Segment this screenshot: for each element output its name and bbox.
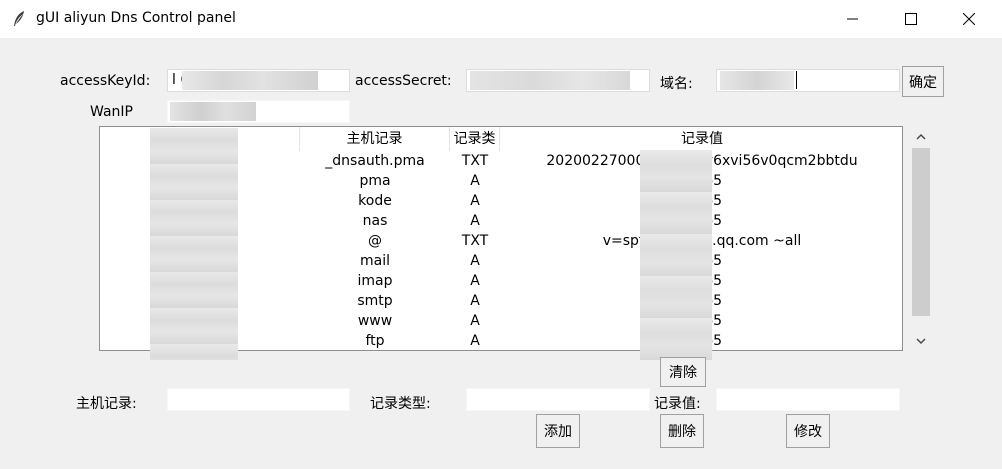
host-cell: smtp — [357, 293, 393, 309]
value-cell: 0.165 — [681, 313, 723, 329]
record-type-field[interactable] — [466, 388, 650, 411]
column-header[interactable]: 记录类 — [450, 127, 500, 151]
minimize-button[interactable] — [830, 0, 876, 38]
type-cell: TXT — [461, 233, 489, 249]
column-header[interactable]: 记录ID — [100, 127, 300, 151]
record-id-cell: 185 4304 — [166, 313, 234, 329]
value-cell: 0.165 — [681, 273, 723, 289]
feather-icon — [12, 10, 26, 28]
record-id-cell: 1926 2288 — [162, 193, 238, 209]
table-row[interactable]: 1927 0816 pma A 0.165 — [100, 171, 902, 191]
add-button[interactable]: 添加 — [536, 414, 580, 448]
table-header: 记录ID 主机记录 记录类 记录值 — [100, 127, 902, 151]
wanip-label: WanIP — [90, 104, 133, 120]
host-cell: www — [357, 313, 393, 329]
record-value-label: 记录值: — [654, 396, 701, 412]
table-row[interactable]: 185 38224 ftp A 0.165 — [100, 331, 902, 350]
type-cell: A — [470, 313, 480, 329]
value-cell: 0.165 — [681, 193, 723, 209]
record-id-cell: 185 38224 — [162, 333, 238, 349]
record-id-cell: 1927 160 — [166, 153, 234, 169]
close-button[interactable] — [946, 0, 992, 38]
table-row[interactable]: 1927 160 _dnsauth.pma TXT 20200227000000… — [100, 151, 902, 171]
domain-field[interactable] — [716, 69, 900, 92]
host-cell: imap — [357, 273, 393, 289]
close-icon — [963, 13, 975, 25]
host-cell: kode — [358, 193, 392, 209]
table-row[interactable]: 191 1216 @ TXT v=spf1 inc mail.qq.com ~a… — [100, 231, 902, 251]
host-cell: _dnsauth.pma — [325, 153, 425, 169]
domain-label: 域名: — [660, 76, 693, 92]
value-cell: 0.165 — [681, 173, 723, 189]
host-record-field[interactable] — [167, 388, 350, 411]
column-header[interactable]: 主机记录 — [300, 127, 450, 151]
access-key-field[interactable]: l 6cV PEyk5l — [167, 69, 350, 92]
access-secret-field[interactable]: V — [466, 69, 650, 92]
access-key-label: accessKeyId: — [60, 73, 151, 89]
records-table[interactable]: 记录ID 主机记录 记录类 记录值 1927 160 _dnsauth.pma … — [99, 126, 903, 351]
value-cell: 0.165 — [681, 333, 723, 349]
type-cell: A — [470, 333, 480, 349]
host-cell: mail — [360, 253, 390, 269]
type-cell: A — [470, 293, 480, 309]
record-id-cell: 191 1216 — [166, 233, 234, 249]
table-row[interactable]: 1875 1632 mail A 0.165 — [100, 251, 902, 271]
table-row[interactable]: 185 4304 www A 0.165 — [100, 311, 902, 331]
column-header[interactable]: 记录值 — [500, 127, 902, 151]
table-scrollbar[interactable] — [908, 126, 934, 351]
value-cell: 0.165 — [681, 253, 723, 269]
minimize-icon — [847, 18, 858, 20]
value-cell: 202002270000000 9wy6xvi56v0qcm2bbtdu — [546, 153, 858, 169]
value-cell: 0.165 — [681, 293, 723, 309]
scroll-up-icon[interactable] — [908, 128, 934, 146]
type-cell: A — [470, 213, 480, 229]
window-title: gUI aliyun Dns Control panel — [36, 10, 236, 26]
type-cell: A — [470, 253, 480, 269]
type-cell: A — [470, 173, 480, 189]
type-cell: A — [470, 193, 480, 209]
host-record-label: 主机记录: — [76, 396, 137, 412]
maximize-icon — [905, 13, 917, 25]
clear-button[interactable]: 清除 — [660, 357, 706, 387]
scroll-down-icon[interactable] — [908, 332, 934, 350]
modify-button[interactable]: 修改 — [786, 414, 830, 448]
wanip-field[interactable]: 37 — [167, 100, 350, 123]
value-cell: 0.165 — [681, 213, 723, 229]
access-secret-label: accessSecret: — [355, 73, 452, 89]
record-type-label: 记录类型: — [370, 396, 431, 412]
record-id-cell: 1927 0816 — [162, 173, 238, 189]
type-cell: TXT — [461, 153, 489, 169]
scroll-thumb[interactable] — [912, 148, 930, 316]
confirm-button[interactable]: 确定 — [902, 66, 944, 97]
value-cell: v=spf1 inc mail.qq.com ~all — [602, 233, 802, 249]
table-row[interactable]: 1926 2288 kode A 0.165 — [100, 191, 902, 211]
record-id-cell: 1875 6512 — [162, 273, 238, 289]
delete-button[interactable]: 删除 — [660, 414, 704, 448]
record-id-cell: 1875 1632 — [162, 253, 238, 269]
host-cell: @ — [368, 233, 382, 249]
type-cell: A — [470, 273, 480, 289]
host-cell: pma — [359, 173, 391, 189]
maximize-button[interactable] — [888, 0, 934, 38]
table-row[interactable]: 1926 3776 nas A 0.165 — [100, 211, 902, 231]
record-id-cell: 1926 3776 — [162, 213, 238, 229]
host-cell: nas — [362, 213, 388, 229]
host-cell: ftp — [365, 333, 385, 349]
table-row[interactable]: 1875 3248 smtp A 0.165 — [100, 291, 902, 311]
table-row[interactable]: 1875 6512 imap A 0.165 — [100, 271, 902, 291]
record-value-field[interactable] — [716, 388, 900, 411]
record-id-cell: 1875 3248 — [162, 293, 238, 309]
title-bar: gUI aliyun Dns Control panel — [0, 0, 1002, 38]
